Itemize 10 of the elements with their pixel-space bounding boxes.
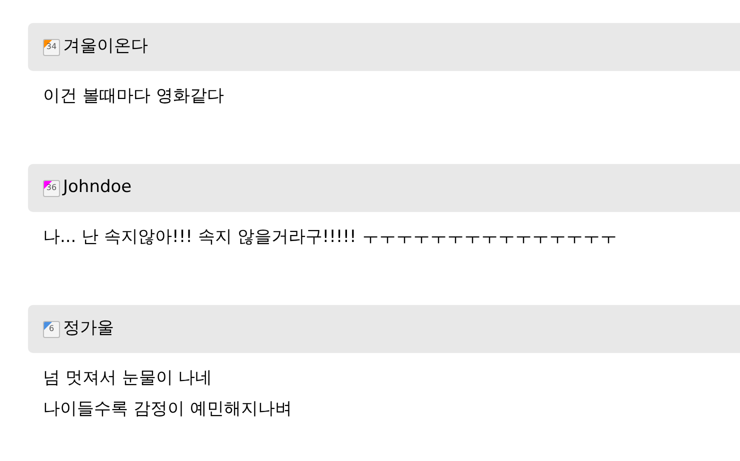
level-badge: 36 xyxy=(43,180,60,196)
comment-text: 나... 난 속지않아!!! 속지 않을거라구!!!!! ㅜㅜㅜㅜㅜㅜㅜㅜㅜㅜㅜㅜㅜㅜㅜ xyxy=(43,226,618,249)
level-badge: 6 xyxy=(43,320,60,338)
comment-text: 이건 볼때마다 영화같다 xyxy=(43,85,225,108)
author-name: Johndoe xyxy=(63,176,132,200)
author-name: 겨울이온다 xyxy=(63,35,148,58)
author-name: 정가울 xyxy=(63,317,114,340)
level-badge: 34 xyxy=(43,38,60,56)
comment-text: 나이들수록 감정이 예민해지나벼 xyxy=(43,398,293,421)
comment-text: 넘 멋져서 눈물이 나네 xyxy=(43,367,214,390)
